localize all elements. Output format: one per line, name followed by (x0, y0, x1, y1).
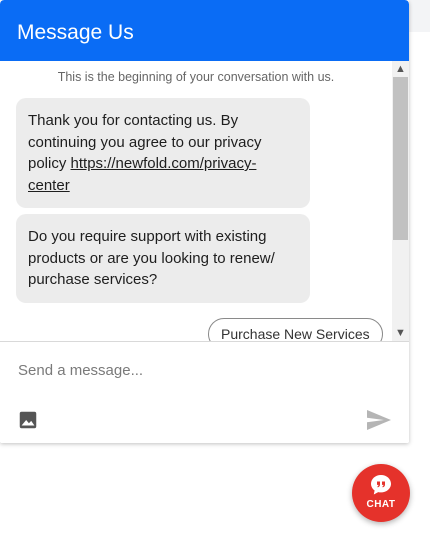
transcript-scrollbar[interactable]: ▲ ▼ (392, 61, 409, 341)
message-composer (0, 341, 409, 443)
chat-window: Message Us This is the beginning of your… (0, 0, 409, 443)
scroll-down-arrow-icon[interactable]: ▼ (392, 325, 409, 341)
message-text: Do you require support with existing pro… (28, 228, 275, 288)
agent-message-bubble: Do you require support with existing pro… (16, 214, 310, 303)
purchase-new-services-button[interactable]: Purchase New Services (208, 318, 383, 341)
image-icon[interactable] (17, 409, 39, 431)
chat-header: Message Us (0, 0, 409, 61)
chat-title: Message Us (17, 21, 134, 44)
conversation-transcript[interactable]: This is the beginning of your conversati… (0, 61, 409, 341)
message-input[interactable] (18, 358, 378, 382)
page-background-strip (409, 0, 430, 32)
agent-message-bubble: Thank you for contacting us. By continui… (16, 98, 310, 208)
chat-launcher-button[interactable]: CHAT (352, 464, 410, 522)
scroll-up-arrow-icon[interactable]: ▲ (392, 61, 409, 77)
scrollbar-thumb[interactable] (393, 77, 408, 240)
chat-bubble-icon (369, 473, 393, 497)
conversation-start-note: This is the beginning of your conversati… (57, 70, 335, 84)
send-icon[interactable] (366, 408, 392, 432)
chat-launcher-label: CHAT (366, 499, 396, 510)
